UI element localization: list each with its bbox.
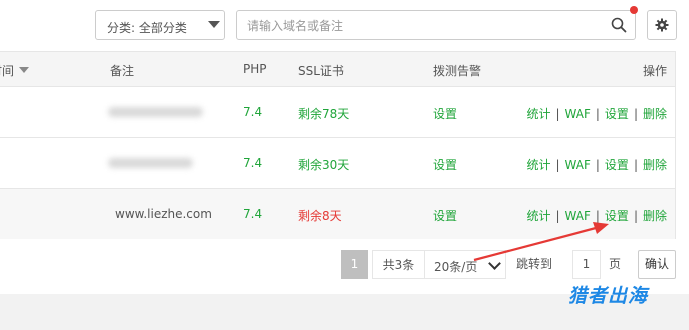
jump-page-input[interactable]: 1 (572, 250, 601, 279)
row-actions: 统计 | WAF | 设置 | 删除 (526, 209, 667, 223)
chevron-down-icon (488, 257, 501, 270)
category-filter-select[interactable]: 分类: 全部分类 (95, 10, 225, 40)
ssl-status[interactable]: 剩余8天 (298, 207, 342, 224)
monitor-settings-link[interactable]: 设置 (433, 207, 457, 224)
stats-link[interactable]: 统计 (526, 107, 550, 121)
waf-link[interactable]: WAF (565, 158, 591, 172)
row-actions: 统计 | WAF | 设置 | 删除 (526, 107, 667, 121)
category-filter-label: 分类: 全部分类 (107, 21, 187, 35)
table-row: 7.4 剩余30天 设置 统计 | WAF | 设置 | 删除 (0, 138, 675, 189)
page-size-select[interactable]: 20条/页 (424, 250, 506, 279)
gear-icon (655, 18, 669, 32)
site-remark[interactable]: www.liezhe.com (115, 207, 212, 221)
waf-link[interactable]: WAF (565, 209, 591, 223)
monitor-settings-link[interactable]: 设置 (433, 156, 457, 173)
php-version[interactable]: 7.4 (243, 156, 262, 170)
ssl-status[interactable]: 剩余30天 (298, 156, 349, 173)
ssl-status[interactable]: 剩余78天 (298, 105, 349, 122)
pagination-current-page[interactable]: 1 (341, 250, 368, 279)
delete-link[interactable]: 删除 (643, 158, 667, 172)
php-version[interactable]: 7.4 (243, 105, 262, 119)
column-header-remark: 备注 (110, 64, 135, 78)
row-actions: 统计 | WAF | 设置 | 删除 (526, 158, 667, 172)
stats-link[interactable]: 统计 (526, 158, 550, 172)
settings-link[interactable]: 设置 (605, 209, 629, 223)
stats-link[interactable]: 统计 (526, 209, 550, 223)
notification-dot (630, 6, 638, 14)
php-version[interactable]: 7.4 (243, 207, 262, 221)
monitor-settings-link[interactable]: 设置 (433, 105, 457, 122)
jump-to-label: 跳转到 (516, 257, 553, 271)
redacted-remark (108, 158, 193, 168)
table-header: 时间 备注 PHP SSL证书 拨测告警 操作 (0, 52, 675, 87)
column-header-actions: 操作 (642, 64, 667, 78)
delete-link[interactable]: 删除 (643, 107, 667, 121)
search-input[interactable] (245, 15, 599, 37)
column-header-monitor: 拨测告警 (433, 64, 482, 78)
page-size-value: 20条/页 (434, 260, 478, 274)
column-header-time[interactable]: 时间 (0, 62, 30, 79)
redacted-remark (108, 107, 203, 117)
page-unit-label: 页 (609, 257, 622, 271)
jump-confirm-button[interactable]: 确认 (638, 250, 676, 279)
waf-link[interactable]: WAF (565, 107, 591, 121)
settings-link[interactable]: 设置 (605, 158, 629, 172)
search-icon[interactable] (611, 17, 627, 33)
column-header-php: PHP (243, 62, 267, 76)
delete-link[interactable]: 删除 (643, 209, 667, 223)
watermark-logo: 猎者出海 (568, 285, 649, 307)
sort-caret-icon[interactable] (19, 67, 30, 73)
site-table: 时间 备注 PHP SSL证书 拨测告警 操作 7.4 剩余78天 设置 统计|… (0, 51, 676, 239)
table-row: 7.4 剩余78天 设置 统计 | WAF | 设置 | 删除 (0, 87, 675, 138)
settings-link[interactable]: 设置 (605, 107, 629, 121)
dropdown-caret-icon (208, 21, 220, 28)
pagination-total: 共3条 (372, 250, 424, 279)
column-header-ssl: SSL证书 (298, 64, 344, 78)
table-row: www.liezhe.com 7.4 剩余8天 设置 统计 | WAF | 设置 | 删除 (0, 189, 675, 239)
settings-button[interactable] (647, 10, 677, 40)
domain-search-box[interactable] (236, 10, 636, 40)
